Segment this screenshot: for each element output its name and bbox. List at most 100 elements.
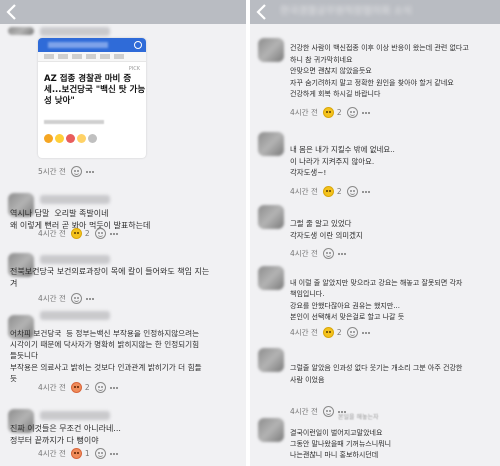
comment-text: 그럴줄 알았음 인과성 없다 웃기는 개소리 그분 아주 건강한 사람 이었음 [290,364,463,384]
notice-label: 본일을 해놓는자 [338,414,379,421]
page-title: 한국경찰공무원직장협의회 소식 [280,6,412,17]
more-dots-icon[interactable] [109,382,120,393]
timestamp: 4시간 전 [38,228,66,238]
comment-item: 본일을 해놓는자 결국이런일이 벌어지고말았네요 그동안 말나왔을때 기꺼뉴스니… [258,414,498,464]
emoji-reaction-icon[interactable] [322,106,334,118]
emoji-add-icon[interactable] [94,381,106,393]
comment-text: 그럴 줄 알고 있었다 각자도생 이란 의미겠지 [290,219,363,240]
comment-text: 전북보건당국 보건의료과장이 목에 칼이 들어와도 책임 지는 겨 [10,267,210,288]
more-dots-icon[interactable] [109,228,120,239]
comment-text: 결국이런일이 벌어지고말았네요 그동안 말나왔을때 기꺼뉴스니뭐니 나는괜찮니 … [290,429,392,459]
comment-text: 어차피 보건당국 등 정부는백신 부작용을 인정하지않으려는 시각이기 때문에 … [10,329,202,383]
timestamp: 4시간 전 [38,448,66,458]
more-dots-icon[interactable] [85,293,96,304]
timestamp: 4시간 전 [290,107,318,117]
emoji-reaction-icon[interactable] [322,326,334,338]
comment-meta: 4시간 전 [38,292,99,304]
comment-meta: 4시간 전 2 [290,106,375,118]
more-dots-icon[interactable] [337,248,348,259]
comment-text: 내 몸은 내가 지킬수 밖에 없네요.. 이 나라가 지켜주지 않아요. 각자도… [290,145,395,177]
emoji-reaction-icon[interactable] [70,292,82,304]
comment-meta: 4시간 전 [290,247,351,259]
comment-meta: 4시간 전 2 [38,227,123,239]
comment-item: 그럴 줄 알고 있었다 각자도생 이란 의미겠지 4시간 전 [258,205,498,259]
comment-meta: 5시간 전 [38,165,99,177]
reaction-count: 2 [84,382,90,392]
comment-author [40,195,110,204]
emoji-add-icon[interactable] [94,227,106,239]
comment-meta: 4시간 전 2 [290,326,375,338]
chevron-left-icon[interactable] [254,1,270,23]
reaction-angry-icon[interactable] [66,133,75,143]
emoji-reaction-icon[interactable] [70,447,82,459]
comment-item: 전북보건당국 보건의료과장이 목에 칼이 들어와도 책임 지는 겨 4시간 전 [8,253,244,305]
timestamp: 4시간 전 [290,327,318,337]
avatar [258,348,284,372]
timestamp: 4시간 전 [290,186,318,196]
reaction-more-icon[interactable] [88,133,97,143]
emoji-add-icon[interactable] [346,106,358,118]
avatar [258,205,284,229]
reaction-count: 1 [84,448,90,458]
comment-item: 내 이럴 줄 알았지만 맞으라고 강요는 해놓고 잘못되면 각자 책임입니다. … [258,266,498,338]
card-header [38,38,146,52]
reaction-count: 2 [84,228,90,238]
emoji-reaction-icon[interactable] [70,165,82,177]
more-dots-icon[interactable] [361,107,372,118]
emoji-reaction-icon[interactable] [322,185,334,197]
comment-item: 건강한 사람이 백신접종 이후 이상 반응이 왔는데 관련 없다고 하니 참 귀… [258,38,498,120]
comment-item: 진짜 이것들은 무조건 아니라네... 정부터 끝까지가 다 뻥이야 4시간 전… [8,409,244,464]
comment-author [40,411,110,420]
reaction-like-icon[interactable] [44,133,53,143]
comment-item: 역시나 답말 오리발 족발이네 왜 이렇게 뻔러 곧 봐아 먹듯이 발표하는데 … [8,193,238,243]
comment-author [40,255,110,264]
emoji-add-icon[interactable] [346,326,358,338]
emoji-reaction-icon[interactable] [70,381,82,393]
card-tabs [38,52,146,62]
avatar [258,132,284,156]
article-date [44,120,104,124]
timestamp: 4시간 전 [290,248,318,258]
emoji-add-icon[interactable] [346,185,358,197]
comment-meta: 4시간 전 2 [38,381,123,393]
right-screenshot-panel: 한국경찰공무원직장협의회 소식 건강한 사람이 백신접종 이후 이상 반응이 왔… [250,0,500,466]
article-reactions [44,133,99,143]
comment-author [40,311,110,320]
reaction-smile-icon[interactable] [55,133,64,143]
top-bar: 한국경찰공무원직장협의회 소식 [250,0,500,24]
more-dots-icon[interactable] [85,166,96,177]
avatar [258,418,284,442]
comment-author [40,27,110,36]
timestamp: 5시간 전 [38,166,66,176]
page-title [30,5,220,19]
menu-icon [134,41,142,49]
article-card[interactable]: PICK AZ 접종 경찰관 마비 증 세...보건당국 "백신 탓 가능 성 … [38,38,146,158]
comment-text: 건강한 사람이 백신접종 이후 이상 반응이 왔는데 관련 없다고 하니 참 귀… [290,44,469,99]
left-screenshot-panel: PICK AZ 접종 경찰관 마비 증 세...보건당국 "백신 탓 가능 성 … [0,0,246,466]
reaction-count: 2 [336,327,342,337]
comment-text: 진짜 이것들은 무조건 아니라네... 정부터 끝까지가 다 뻥이야 [10,424,121,445]
comment-meta: 4시간 전 1 [38,447,123,459]
reaction-sad-icon[interactable] [77,133,86,143]
more-dots-icon[interactable] [361,327,372,338]
avatar [258,266,284,290]
avatar [8,27,34,35]
timestamp: 4시간 전 [38,293,66,303]
article-title[interactable]: AZ 접종 경찰관 마비 증 세...보건당국 "백신 탓 가능 성 낮아" [44,74,145,107]
top-bar [0,0,246,24]
more-dots-icon[interactable] [361,186,372,197]
comment-text: 내 이럴 줄 알았지만 맞으라고 강요는 해놓고 잘못되면 각자 책임입니다. … [290,279,463,322]
emoji-add-icon[interactable] [94,447,106,459]
more-dots-icon[interactable] [109,448,120,459]
comment-item: 그럴줄 알았음 인과성 없다 웃기는 개소리 그분 아주 건강한 사람 이었음 … [258,348,498,417]
emoji-reaction-icon[interactable] [70,227,82,239]
reaction-count: 2 [336,186,342,196]
timestamp: 4시간 전 [38,382,66,392]
comment-meta: 4시간 전 2 [290,185,375,197]
comment-item: 어차피 보건당국 등 정부는백신 부작용을 인정하지않으려는 시각이기 때문에 … [8,311,244,405]
reaction-count: 2 [336,107,342,117]
chevron-left-icon[interactable] [4,1,20,23]
emoji-reaction-icon[interactable] [322,247,334,259]
pick-badge: PICK [128,66,140,72]
avatar [258,38,284,62]
